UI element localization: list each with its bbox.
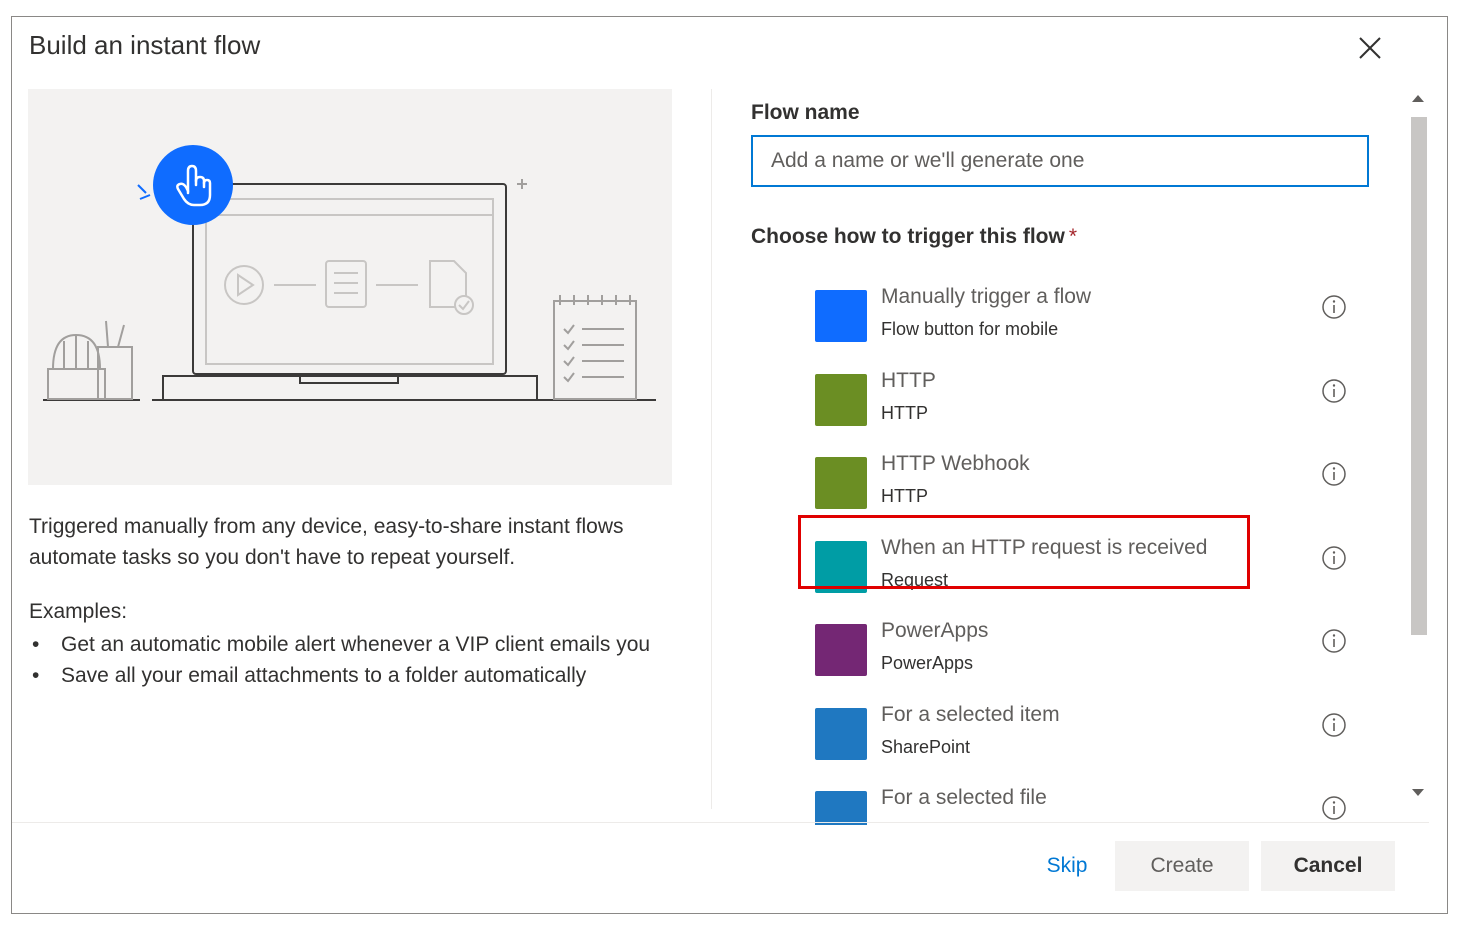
skip-button[interactable]: Skip	[1027, 841, 1107, 891]
trigger-name: HTTP	[881, 369, 936, 392]
examples-list: Get an automatic mobile alert whenever a…	[29, 629, 669, 691]
example-item: Save all your email attachments to a fol…	[29, 660, 669, 691]
trigger-http[interactable]: HTTP HTTP	[813, 369, 1358, 439]
trigger-manually[interactable]: Manually trigger a flow Flow button for …	[813, 285, 1358, 355]
dialog-title: Build an instant flow	[29, 30, 261, 60]
info-icon[interactable]	[1322, 796, 1346, 820]
trigger-tile-icon	[815, 541, 867, 593]
info-icon[interactable]	[1322, 546, 1346, 570]
trigger-connector: Request	[881, 570, 949, 590]
trigger-powerapps[interactable]: PowerApps PowerApps	[813, 619, 1358, 689]
trigger-tile-icon	[815, 457, 867, 509]
trigger-connector: Flow button for mobile	[881, 319, 1059, 339]
trigger-tile-icon	[815, 290, 867, 342]
trigger-label-text: Choose how to trigger this flow	[751, 225, 1065, 248]
trigger-name: For a selected item	[881, 703, 1060, 726]
cancel-button[interactable]: Cancel	[1261, 841, 1395, 891]
build-instant-flow-dialog: Build an instant flow Triggered manually…	[11, 16, 1448, 914]
trigger-name: PowerApps	[881, 619, 989, 642]
trigger-name: When an HTTP request is received	[881, 536, 1208, 559]
scroll-down-icon[interactable]	[1412, 789, 1424, 796]
scroll-up-icon[interactable]	[1412, 95, 1424, 102]
examples-label: Examples:	[29, 600, 128, 623]
footer-divider	[12, 822, 1429, 823]
trigger-tile-icon	[815, 791, 867, 825]
example-item: Get an automatic mobile alert whenever a…	[29, 629, 669, 660]
trigger-tile-icon	[815, 708, 867, 760]
trigger-connector: SharePoint	[881, 737, 971, 757]
info-icon[interactable]	[1322, 295, 1346, 319]
trigger-name: HTTP Webhook	[881, 452, 1030, 475]
trigger-connector: PowerApps	[881, 653, 974, 673]
flow-name-label: Flow name	[751, 101, 860, 124]
trigger-connector: HTTP	[881, 486, 928, 506]
flow-description: Triggered manually from any device, easy…	[29, 515, 624, 569]
info-icon[interactable]	[1322, 462, 1346, 486]
info-icon[interactable]	[1322, 379, 1346, 403]
trigger-name: Manually trigger a flow	[881, 285, 1092, 308]
info-icon[interactable]	[1322, 629, 1346, 653]
trigger-selected-item[interactable]: For a selected item SharePoint	[813, 703, 1358, 773]
scrollbar-thumb[interactable]	[1411, 117, 1427, 635]
close-icon[interactable]	[1357, 35, 1383, 61]
trigger-tile-icon	[815, 374, 867, 426]
trigger-tile-icon	[815, 624, 867, 676]
trigger-panel: Flow name Choose how to trigger this flo…	[712, 89, 1405, 825]
laptop-flow-illustration	[28, 89, 672, 485]
trigger-selected-file[interactable]: For a selected file	[813, 786, 1358, 825]
required-mark: *	[1068, 225, 1078, 248]
trigger-label: Choose how to trigger this flow *	[751, 225, 1077, 249]
trigger-http-request-received[interactable]: When an HTTP request is received Request	[813, 536, 1358, 606]
info-icon[interactable]	[1322, 713, 1346, 737]
flow-name-input[interactable]	[751, 135, 1369, 187]
trigger-name: For a selected file	[881, 786, 1047, 809]
trigger-list-scrollbar[interactable]	[1408, 89, 1430, 809]
trigger-http-webhook[interactable]: HTTP Webhook HTTP	[813, 452, 1358, 522]
create-button[interactable]: Create	[1115, 841, 1249, 891]
trigger-connector: HTTP	[881, 403, 928, 423]
